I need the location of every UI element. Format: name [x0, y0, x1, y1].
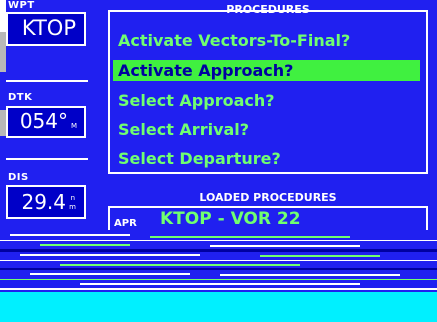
menu-item-activate-approach[interactable]: Activate Approach? — [113, 60, 420, 81]
dtk-box: 054° M — [6, 106, 86, 138]
loaded-procedures-title: LOADED PROCEDURES — [199, 191, 337, 204]
dis-field: DIS 29.4 n m — [6, 172, 88, 222]
dis-value: 29.4 — [21, 190, 66, 214]
field-separator — [6, 80, 88, 82]
dtk-value: 054° — [19, 109, 68, 133]
dis-label: DIS — [8, 172, 29, 183]
wpt-label: WPT — [8, 0, 35, 11]
field-separator — [6, 158, 88, 160]
wpt-box: KTOP — [6, 12, 86, 46]
dis-unit-top: n — [70, 194, 75, 202]
dtk-unit: M — [70, 122, 77, 130]
menu-item-activate-vtf[interactable]: Activate Vectors-To-Final? — [118, 30, 350, 51]
procedures-title: PROCEDURES — [226, 3, 310, 16]
menu-item-select-arrival[interactable]: Select Arrival? — [118, 119, 249, 140]
menu-item-select-departure[interactable]: Select Departure? — [118, 148, 281, 169]
wpt-field: WPT KTOP — [6, 0, 88, 80]
bottom-bar — [0, 292, 437, 322]
loaded-type: APR — [114, 218, 137, 229]
dis-unit-bottom: m — [69, 203, 76, 211]
loaded-procedure: KTOP - VOR 22 — [160, 209, 301, 229]
gps-screen: WPT KTOP DTK 054° M DIS 29.4 n m PROCEDU… — [0, 0, 437, 322]
menu-item-select-approach[interactable]: Select Approach? — [118, 90, 275, 111]
dtk-field: DTK 054° M — [6, 92, 88, 142]
dtk-label: DTK — [8, 92, 33, 103]
wpt-value: KTOP — [21, 16, 76, 40]
dis-box: 29.4 n m — [6, 185, 86, 219]
scanline-distortion — [0, 230, 437, 292]
